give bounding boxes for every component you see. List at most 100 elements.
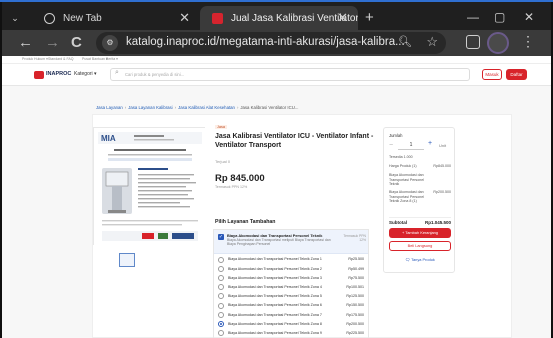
price-tax-note: Termasuk PPN 12% <box>215 185 248 189</box>
service-option-row[interactable]: Biaya Akomodasi dan Transportasi Persone… <box>214 301 368 310</box>
summary-row: Biaya Akomodasi dan Transportasi Persone… <box>389 173 425 187</box>
radio-icon[interactable] <box>218 274 224 281</box>
sold-count: Terjual 0 <box>215 159 231 164</box>
top-links-bar: Produk Hukum ▾ Standard & FAQ Pusat Bant… <box>0 56 553 64</box>
site-logo[interactable]: INAPROC <box>46 71 71 77</box>
profile-avatar[interactable] <box>487 32 509 54</box>
service-option-row[interactable]: Biaya Akomodasi dan Transportasi Persone… <box>214 319 368 328</box>
radio-icon[interactable] <box>218 256 224 263</box>
service-option-price: Rp50.499 <box>348 266 364 271</box>
service-option-row[interactable]: Biaya Akomodasi dan Transportasi Persone… <box>214 310 368 319</box>
summary-row: Biaya Akomodasi dan Transportasi Persone… <box>389 190 451 204</box>
address-bar[interactable]: ⚙ katalog.inaproc.id/megatama-inti-akura… <box>96 32 446 54</box>
inaproc-favicon-icon <box>212 12 223 24</box>
checkbox-checked-icon[interactable]: ✓ <box>218 234 224 240</box>
reload-button[interactable]: C <box>71 33 82 53</box>
top-link[interactable]: Pusat Bantuan ▾ <box>82 57 108 61</box>
service-option-price: Rp25.500 <box>348 257 364 262</box>
main-service-price-note: Termasuk PPN 12% <box>343 234 366 242</box>
kategori-dropdown[interactable]: Kategori ▾ <box>74 71 97 77</box>
unit-label: Unit <box>439 143 447 148</box>
service-option-row[interactable]: Biaya Akomodasi dan Transportasi Persone… <box>214 264 368 273</box>
stock-available: Tersedia 1.000 <box>389 155 413 159</box>
zoom-icon[interactable]: 🔍︎ <box>398 35 412 48</box>
subtotal-label: Subtotal <box>389 220 407 225</box>
buy-now-button[interactable]: Beli Langsung <box>389 241 451 251</box>
minimize-button[interactable]: — <box>467 10 479 24</box>
url-text[interactable]: katalog.inaproc.id/megatama-inti-akurasi… <box>126 36 405 48</box>
ask-product-label: Tanya Produk <box>411 257 435 262</box>
top-link[interactable]: Standard & FAQ <box>48 57 74 61</box>
close-tab-icon[interactable]: ✕ <box>337 10 348 26</box>
service-option-row[interactable]: Biaya Akomodasi dan Transportasi Persone… <box>214 283 368 292</box>
inaproc-logo-icon[interactable] <box>34 71 44 79</box>
back-button[interactable]: ← <box>18 33 33 53</box>
tab-search-chevron-icon[interactable]: ⌄ <box>8 11 22 25</box>
maximize-button[interactable]: ▢ <box>494 10 505 24</box>
close-window-button[interactable]: ✕ <box>524 10 534 24</box>
service-option-label: Biaya Akomodasi dan Transportasi Persone… <box>228 330 322 335</box>
ask-product-link[interactable]: 🗨︎ Tanya Produk <box>389 257 451 262</box>
radio-icon[interactable] <box>218 265 224 272</box>
left-border <box>0 2 2 338</box>
search-input[interactable]: ⌕ Cari produk & penyedia di sini... <box>110 68 470 81</box>
product-title: Jasa Kalibrasi Ventilator ICU - Ventilat… <box>215 133 374 149</box>
product-type-badge: Jasa <box>215 125 228 129</box>
product-price: Rp 845.000 <box>215 173 265 184</box>
bookmark-star-icon[interactable]: ☆ <box>426 34 438 50</box>
service-option-row[interactable]: Biaya Akomodasi dan Transportasi Persone… <box>214 329 368 338</box>
radio-icon[interactable] <box>218 284 224 291</box>
summary-row-amount: Rp845.000 <box>433 164 451 168</box>
forward-button[interactable]: → <box>45 33 60 53</box>
top-link[interactable]: Berita ▾ <box>106 57 118 61</box>
extensions-icon[interactable] <box>466 35 480 49</box>
product-thumbnail[interactable] <box>119 253 135 267</box>
breadcrumb-current: Jasa Kalibrasi Ventilator ICU... <box>240 105 299 110</box>
service-option-row[interactable]: Biaya Akomodasi dan Transportasi Persone… <box>214 273 368 282</box>
site-header: INAPROC Kategori ▾ ⌕ Cari produk & penye… <box>0 64 553 86</box>
kebab-menu-icon[interactable]: ⋮ <box>521 33 535 50</box>
breadcrumb-link[interactable]: Jasa Kalibrasi Alat Kesehatan <box>178 105 235 110</box>
browser-tab-strip: ⌄ New Tab ✕ Jual Jasa Kalibrasi Ventilat… <box>0 2 553 30</box>
radio-icon[interactable] <box>218 311 224 318</box>
main-service-option[interactable]: ✓ Biaya Akomodasi dan Transportasi Perso… <box>214 230 368 254</box>
tab-new-tab[interactable]: New Tab ✕ <box>28 6 200 30</box>
site-info-icon[interactable]: ⚙ <box>102 35 118 51</box>
radio-selected-icon[interactable] <box>218 320 224 327</box>
close-tab-icon[interactable]: ✕ <box>179 10 190 26</box>
add-to-cart-button[interactable]: + Tambah Keranjang <box>389 228 451 238</box>
brochure-logo-text: MIA <box>101 134 116 143</box>
breadcrumb-separator: › <box>236 105 239 110</box>
register-button[interactable]: Daftar <box>506 69 527 80</box>
new-tab-button[interactable]: + <box>365 10 374 25</box>
additional-services-list: ✓ Biaya Akomodasi dan Transportasi Perso… <box>213 229 369 338</box>
service-option-row[interactable]: Biaya Akomodasi dan Transportasi Persone… <box>214 292 368 301</box>
service-option-label: Biaya Akomodasi dan Transportasi Persone… <box>228 257 322 262</box>
quantity-decrement-button[interactable]: − <box>389 142 393 149</box>
services-heading: Pilih Layanan Tambahan <box>215 219 276 225</box>
service-option-label: Biaya Akomodasi dan Transportasi Persone… <box>228 275 322 280</box>
chrome-icon <box>44 12 55 24</box>
service-option-row[interactable]: Biaya Akomodasi dan Transportasi Persone… <box>214 255 368 264</box>
top-link[interactable]: Produk Hukum ▾ <box>22 57 48 61</box>
service-option-price: Rp175.500 <box>346 312 364 317</box>
quantity-input[interactable]: 1 <box>398 141 424 150</box>
quantity-increment-button[interactable]: + <box>428 140 432 147</box>
radio-icon[interactable] <box>218 293 224 300</box>
service-option-price: Rp75.500 <box>348 275 364 280</box>
radio-icon[interactable] <box>218 330 224 337</box>
radio-icon[interactable] <box>218 302 224 309</box>
web-page: Produk Hukum ▾ Standard & FAQ Pusat Bant… <box>0 56 553 338</box>
product-image[interactable]: MIA <box>93 127 206 246</box>
service-option-label: Biaya Akomodasi dan Transportasi Persone… <box>228 294 322 299</box>
breadcrumb-link[interactable]: Jasa Layanan Kalibrasi <box>128 105 172 110</box>
summary-row: Harga Produk (1) Rp845.000 <box>389 164 451 169</box>
login-button[interactable]: Masuk <box>482 69 502 80</box>
service-option-price: Rp125.500 <box>346 294 364 299</box>
service-option-price: Rp100.501 <box>346 284 364 289</box>
main-service-description: Biaya Akomodasi dan Transportasi meliput… <box>227 238 331 247</box>
breadcrumb-link[interactable]: Jasa Layanan <box>96 105 123 110</box>
summary-row-label: Harga Produk (1) <box>389 164 417 168</box>
tab-jual-jasa[interactable]: Jual Jasa Kalibrasi Ventilator ✕ <box>200 6 358 30</box>
service-option-label: Biaya Akomodasi dan Transportasi Persone… <box>228 266 322 271</box>
